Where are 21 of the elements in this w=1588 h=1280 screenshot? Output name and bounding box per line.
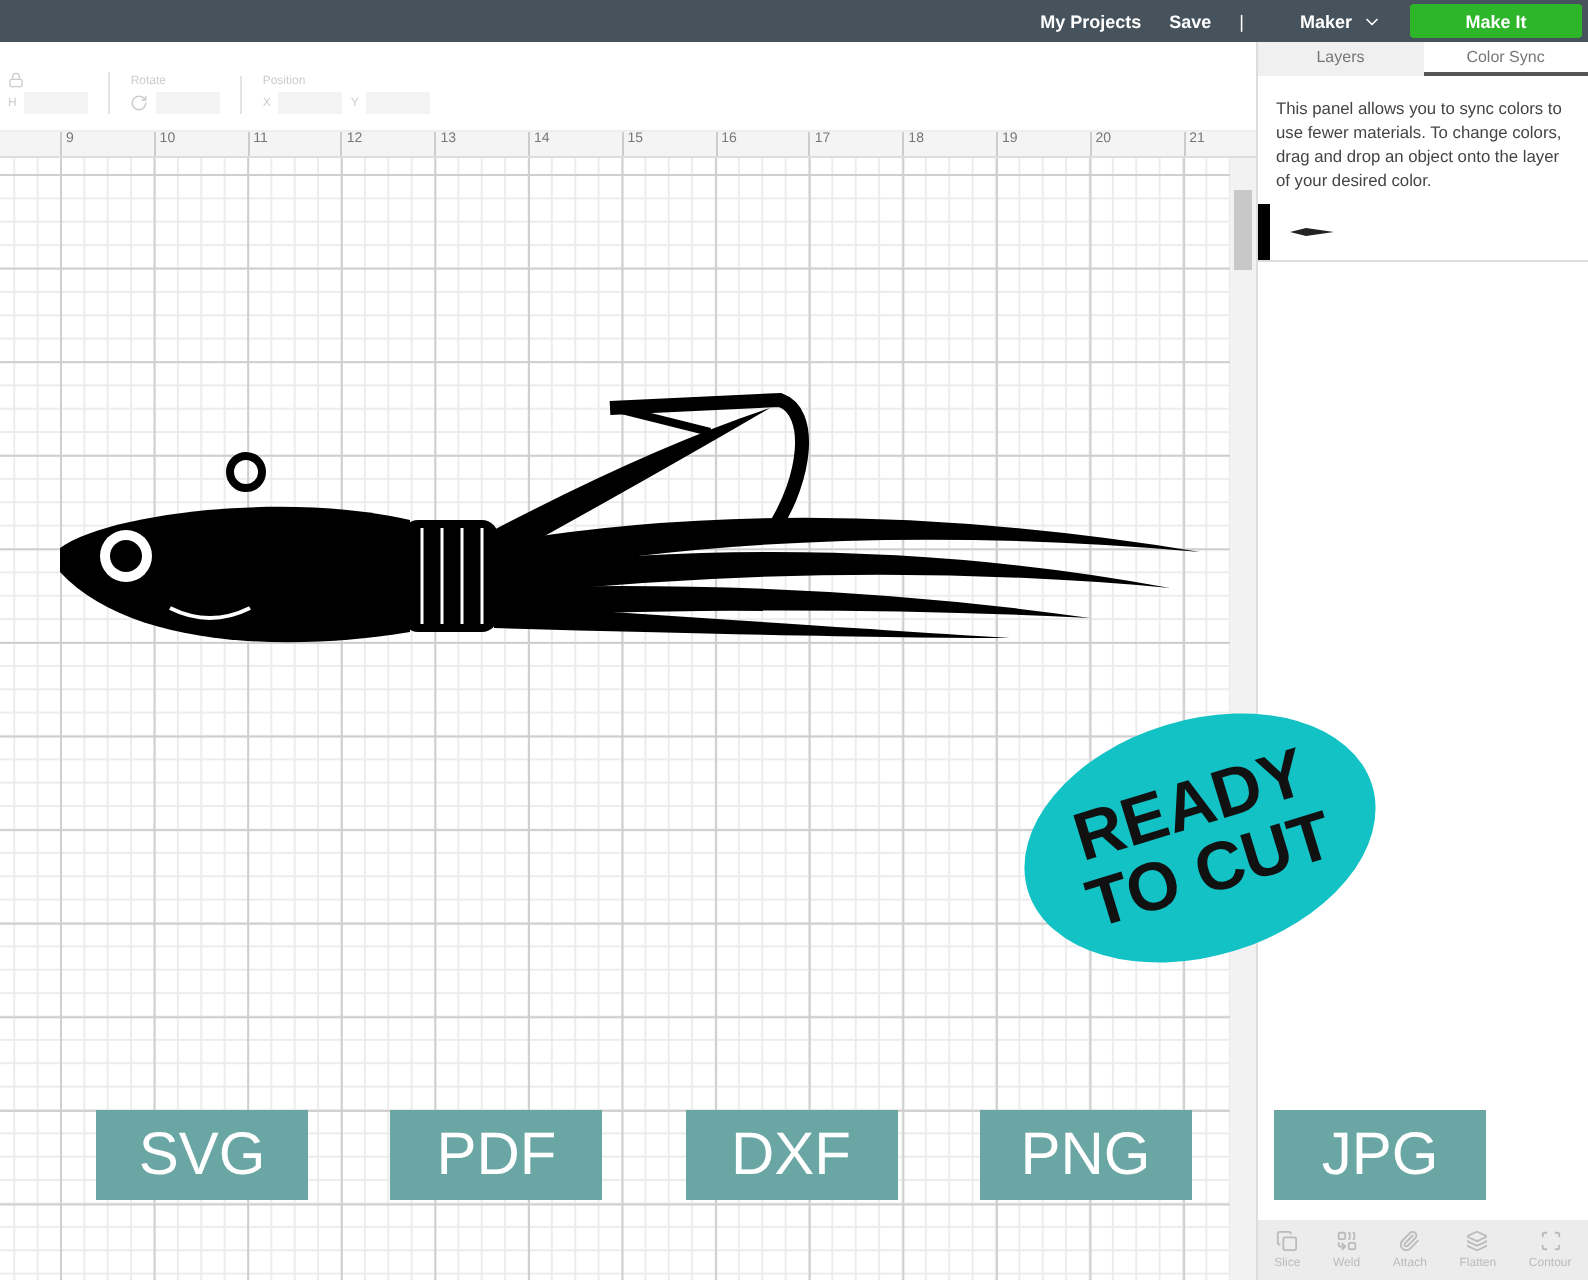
layer-thumbnail: [1290, 226, 1334, 238]
lock-icon[interactable]: [8, 72, 24, 88]
top-link[interactable]: Save: [1169, 11, 1212, 31]
machine-dropdown[interactable]: Maker: [1299, 11, 1382, 31]
separator: |: [1239, 11, 1244, 31]
scan-frame-icon: [1539, 1230, 1562, 1252]
format-label: PNG: [979, 1110, 1192, 1200]
format-label: PDF: [390, 1110, 603, 1200]
make-it-button[interactable]: Make It: [1410, 4, 1582, 38]
paperclip-icon: [1398, 1230, 1421, 1252]
format-label: DXF: [685, 1110, 897, 1200]
layer-color-swatch[interactable]: [1258, 204, 1270, 260]
format-label: JPG: [1274, 1110, 1486, 1200]
rotate-icon: [130, 94, 149, 112]
format-label: SVG: [96, 1110, 308, 1200]
layers-icon: [1466, 1230, 1489, 1252]
panel-description: This panel allows you to sync colors to use fewer materials. To change colors, drag and drop an object onto the layer of your desired color.: [1276, 96, 1564, 192]
top-link[interactable]: My Projects: [1040, 11, 1142, 31]
panel-tab[interactable]: Color Sync: [1423, 42, 1588, 76]
scrollbar-thumb[interactable]: [1234, 190, 1252, 270]
overlapping-squares-icon: [1276, 1230, 1299, 1252]
